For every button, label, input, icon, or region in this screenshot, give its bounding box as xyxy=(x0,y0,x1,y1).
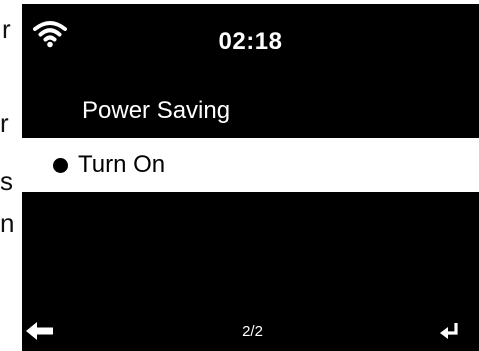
edge-text-glyph: r xyxy=(0,108,9,138)
enter-icon[interactable] xyxy=(439,321,461,341)
footer-bar: 2/2 xyxy=(22,311,479,351)
edge-text-glyph: s xyxy=(0,166,13,196)
edge-text-glyph: r xyxy=(2,14,11,44)
menu-item-turn-on[interactable]: Turn On xyxy=(22,138,479,192)
selected-bullet-icon xyxy=(53,158,68,173)
menu-item-label: Turn On xyxy=(78,151,166,178)
device-screen: 02:18 Power Saving Turn On 2/2 xyxy=(22,4,479,351)
edge-text-glyph: n xyxy=(0,208,15,238)
page-indicator: 2/2 xyxy=(242,323,263,340)
menu-title: Power Saving xyxy=(82,97,231,124)
status-bar: 02:18 xyxy=(22,4,479,74)
clock-time: 02:18 xyxy=(218,28,283,55)
manual-page: r r s n 02:18 Power Saving Turn On 2/2 xyxy=(0,0,479,351)
